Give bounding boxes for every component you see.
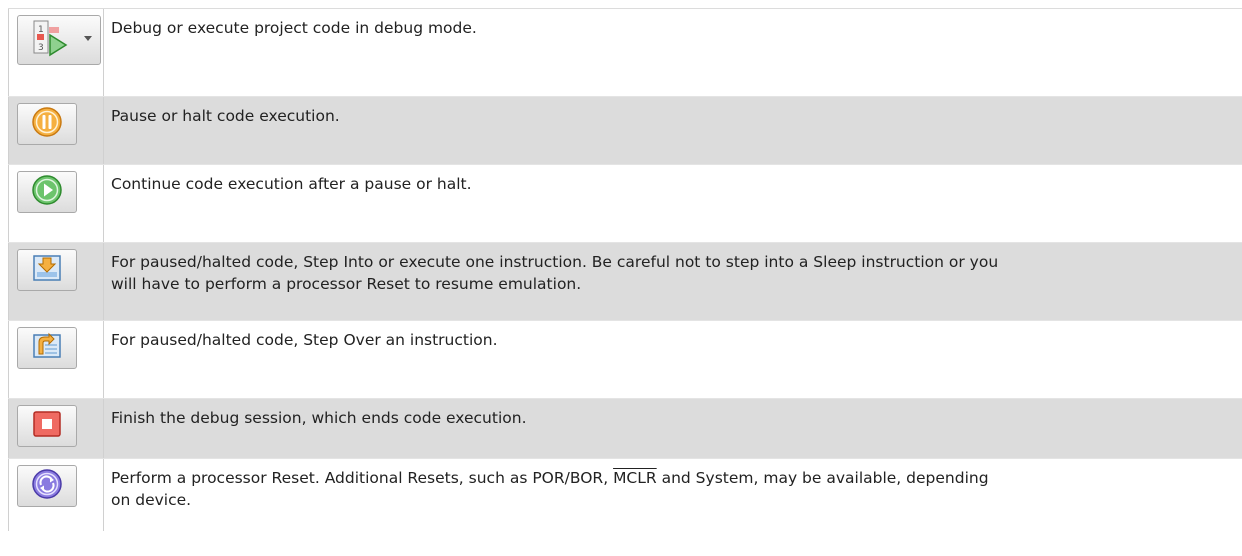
row-description: Pause or halt code execution. xyxy=(111,107,340,125)
row-description: For paused/halted code, Step Over an ins… xyxy=(111,331,498,349)
debug-project-button[interactable]: 1 3 xyxy=(17,15,101,65)
icon-cell xyxy=(8,321,104,398)
table-row: Pause or halt code execution. xyxy=(8,97,1242,165)
step-into-button[interactable] xyxy=(17,249,77,291)
continue-button[interactable] xyxy=(17,171,77,213)
chevron-down-icon[interactable] xyxy=(84,36,92,41)
continue-icon xyxy=(31,174,63,210)
table-row: For paused/halted code, Step Over an ins… xyxy=(8,321,1242,399)
row-description: Finish the debug session, which ends cod… xyxy=(111,409,527,427)
mclr-label: MCLR xyxy=(613,469,657,487)
row-description: For paused/halted code, Step Into or exe… xyxy=(111,253,999,293)
svg-text:3: 3 xyxy=(38,43,44,53)
pause-button[interactable] xyxy=(17,103,77,145)
reset-button[interactable] xyxy=(17,465,77,507)
step-over-button[interactable] xyxy=(17,327,77,369)
finish-debug-session-icon xyxy=(31,408,63,444)
finish-debug-session-button[interactable] xyxy=(17,405,77,447)
icon-cell: 1 3 xyxy=(8,9,104,96)
row-description-part: Perform a processor Reset. Additional Re… xyxy=(111,469,614,487)
table-row: For paused/halted code, Step Into or exe… xyxy=(8,243,1242,321)
icon-cell xyxy=(8,97,104,164)
pause-icon xyxy=(31,106,63,142)
row-description: Perform a processor Reset. Additional Re… xyxy=(104,459,1242,531)
row-description: Continue code execution after a pause or… xyxy=(111,175,472,193)
icon-cell xyxy=(8,165,104,242)
step-into-icon xyxy=(31,252,63,288)
icon-cell xyxy=(8,399,104,458)
step-over-icon xyxy=(31,330,63,366)
table-row: Finish the debug session, which ends cod… xyxy=(8,399,1242,459)
debug-project-icon: 1 3 xyxy=(32,19,72,61)
table-row: Continue code execution after a pause or… xyxy=(8,165,1242,243)
svg-text:1: 1 xyxy=(38,25,44,35)
debug-toolbar-reference-table: 1 3 Debug or execute project code in deb… xyxy=(8,8,1242,531)
icon-cell xyxy=(8,459,104,531)
table-row: Perform a processor Reset. Additional Re… xyxy=(8,459,1242,531)
row-description: Debug or execute project code in debug m… xyxy=(111,19,477,37)
icon-cell xyxy=(8,243,104,320)
reset-icon xyxy=(31,468,63,504)
table-row: 1 3 Debug or execute project code in deb… xyxy=(8,9,1242,97)
